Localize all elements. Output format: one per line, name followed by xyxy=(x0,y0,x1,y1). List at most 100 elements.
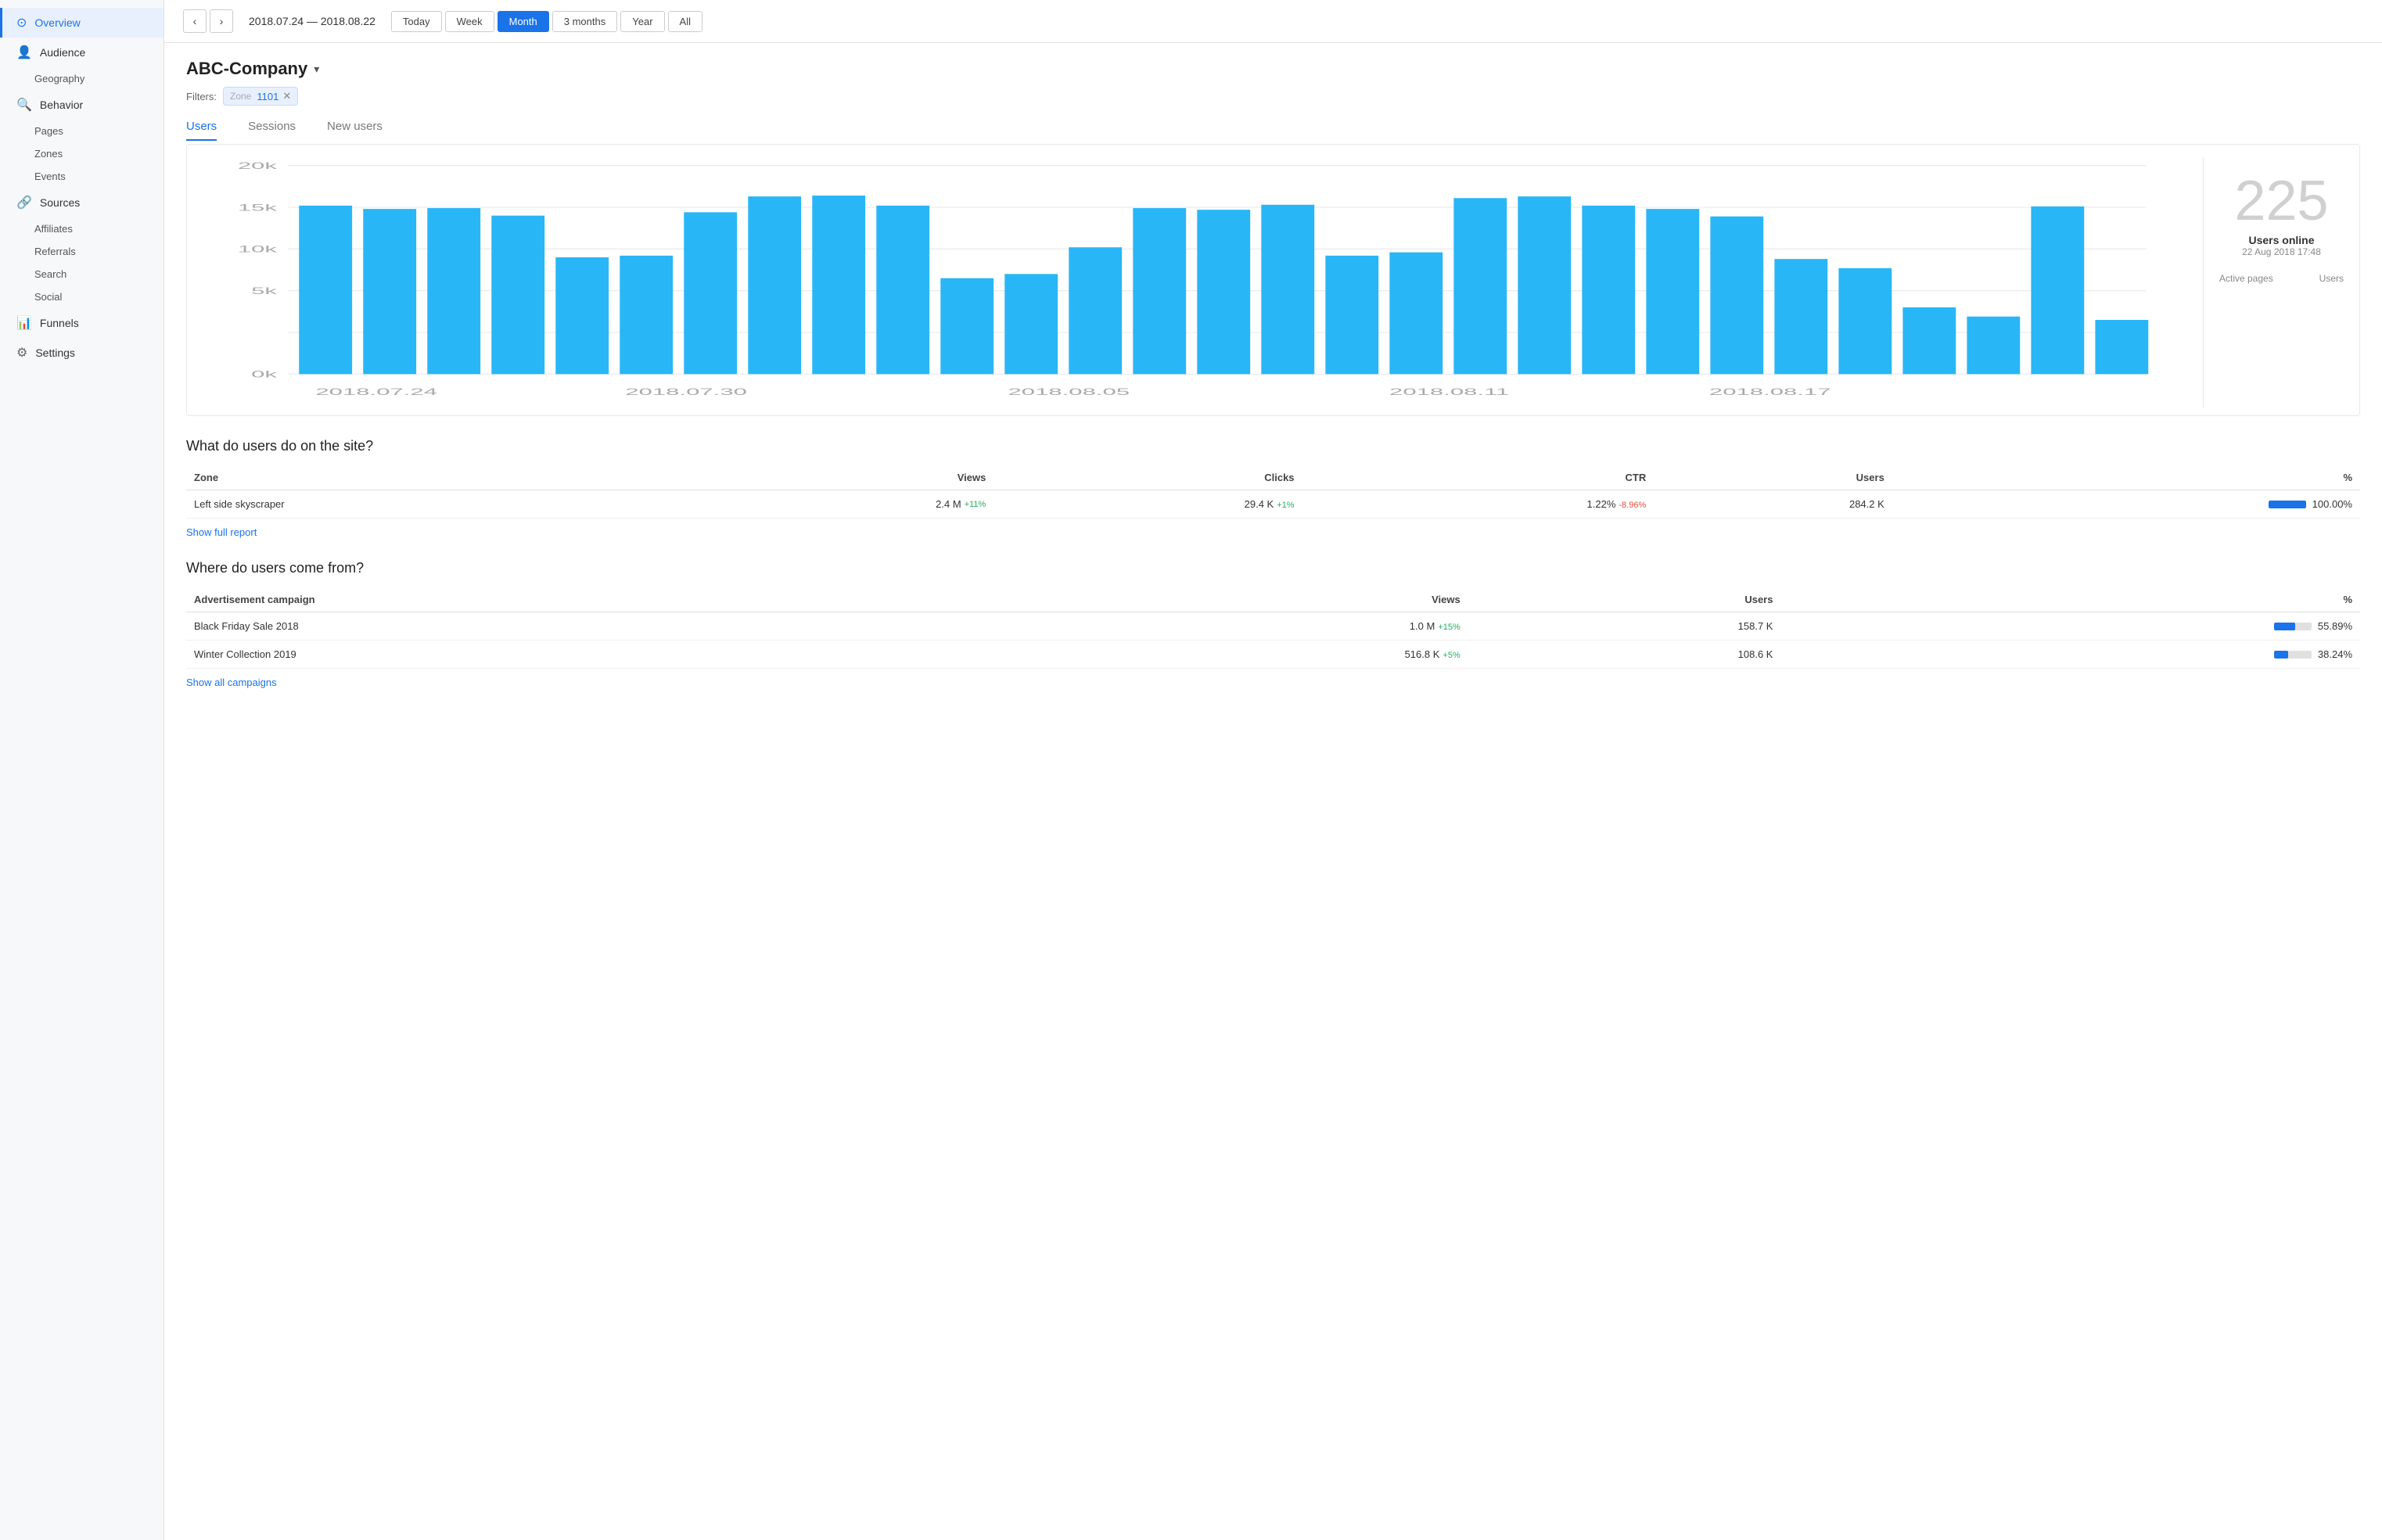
progress-fill xyxy=(2269,501,2306,508)
tab-users[interactable]: Users xyxy=(186,120,217,141)
tab-sessions[interactable]: Sessions xyxy=(248,120,296,141)
period-week[interactable]: Week xyxy=(445,11,494,32)
chart-section: 20k 15k 10k 5k 0k xyxy=(186,144,2360,416)
campaign-section-title: Where do users come from? xyxy=(186,560,2360,576)
sources-icon: 🔗 xyxy=(16,195,32,210)
zone-col-ctr: CTR xyxy=(1302,465,1654,490)
sidebar-affiliates-label: Affiliates xyxy=(34,223,73,235)
filter-remove-button[interactable]: ✕ xyxy=(282,90,291,102)
bar-6 xyxy=(620,256,673,374)
company-dropdown[interactable]: ▾ xyxy=(314,63,319,76)
progress-bar-campaign xyxy=(2274,623,2312,630)
sidebar-item-behavior[interactable]: 🔍 Behavior xyxy=(0,90,163,120)
sidebar-item-funnels[interactable]: 📊 Funnels xyxy=(0,308,163,338)
sidebar-zones-label: Zones xyxy=(34,148,63,160)
zone-col-users: Users xyxy=(1654,465,1892,490)
sidebar-social-label: Social xyxy=(34,291,62,303)
bar-15 xyxy=(1197,210,1250,374)
period-all[interactable]: All xyxy=(668,11,702,32)
campaign-users: 158.7 K xyxy=(1468,612,1781,641)
prev-button[interactable]: ‹ xyxy=(183,9,207,33)
bar-1 xyxy=(299,206,352,374)
campaign-table-row: Winter Collection 2019 516.8 K+5% 108.6 … xyxy=(186,641,2360,669)
bar-25 xyxy=(1838,268,1892,374)
sidebar-item-pages[interactable]: Pages xyxy=(0,120,163,142)
svg-text:2018.07.30: 2018.07.30 xyxy=(625,387,747,397)
sidebar-audience-label: Audience xyxy=(40,46,85,59)
zone-ctr: 1.22%-8.96% xyxy=(1302,490,1654,519)
bar-16 xyxy=(1261,205,1314,375)
sidebar-referrals-label: Referrals xyxy=(34,246,76,257)
period-buttons: Today Week Month 3 months Year All xyxy=(391,11,702,32)
tab-new-users[interactable]: New users xyxy=(327,120,383,141)
zone-pct: 100.00% xyxy=(1892,490,2360,519)
bar-10 xyxy=(876,206,929,374)
svg-text:2018.07.24: 2018.07.24 xyxy=(315,387,437,397)
campaign-col-users: Users xyxy=(1468,587,1781,612)
svg-text:2018.08.11: 2018.08.11 xyxy=(1389,387,1509,397)
period-year[interactable]: Year xyxy=(620,11,664,32)
sidebar-item-sources[interactable]: 🔗 Sources xyxy=(0,188,163,217)
zone-col-clicks: Clicks xyxy=(993,465,1302,490)
sidebar-item-referrals[interactable]: Referrals xyxy=(0,240,163,263)
sidebar-behavior-label: Behavior xyxy=(40,99,83,111)
chart-svg-wrapper: 20k 15k 10k 5k 0k xyxy=(199,157,2190,407)
progress-fill-campaign xyxy=(2274,623,2295,630)
svg-text:10k: 10k xyxy=(238,244,277,254)
filters-label: Filters: xyxy=(186,91,217,102)
sidebar: ⊙ Overview 👤 Audience Geography 🔍 Behavi… xyxy=(0,0,164,1540)
filter-zone-label: Zone xyxy=(230,91,251,102)
period-3months[interactable]: 3 months xyxy=(552,11,617,32)
campaign-name: Winter Collection 2019 xyxy=(186,641,1029,669)
progress-bar xyxy=(2269,501,2306,508)
sidebar-item-geography[interactable]: Geography xyxy=(0,67,163,90)
campaign-users: 108.6 K xyxy=(1468,641,1781,669)
bar-23 xyxy=(1710,217,1763,375)
zone-col-zone: Zone xyxy=(186,465,684,490)
zone-col-views: Views xyxy=(684,465,993,490)
sidebar-item-settings[interactable]: ⚙ Settings xyxy=(0,338,163,368)
sidebar-item-social[interactable]: Social xyxy=(0,285,163,308)
campaign-col-pct: % xyxy=(1780,587,2360,612)
metric-tabs: Users Sessions New users xyxy=(186,120,2360,141)
bar-18 xyxy=(1389,253,1442,375)
filter-zone-value: 1101 xyxy=(257,91,278,102)
show-full-report-link[interactable]: Show full report xyxy=(186,526,257,538)
bar-9 xyxy=(812,196,865,374)
show-all-campaigns-link[interactable]: Show all campaigns xyxy=(186,677,277,688)
next-button[interactable]: › xyxy=(210,9,233,33)
bar-13 xyxy=(1069,247,1122,374)
bar-4 xyxy=(491,216,544,375)
behavior-icon: 🔍 xyxy=(16,97,32,113)
zone-views: 2.4 M+11% xyxy=(684,490,993,519)
sidebar-funnels-label: Funnels xyxy=(40,317,79,329)
period-month[interactable]: Month xyxy=(498,11,549,32)
campaign-table-row: Black Friday Sale 2018 1.0 M+15% 158.7 K… xyxy=(186,612,2360,641)
zone-users: 284.2 K xyxy=(1654,490,1892,519)
audience-icon: 👤 xyxy=(16,45,32,60)
funnels-icon: 📊 xyxy=(16,315,32,331)
zone-table: Zone Views Clicks CTR Users % Left side … xyxy=(186,465,2360,519)
sidebar-sources-label: Sources xyxy=(40,196,80,209)
sidebar-item-audience[interactable]: 👤 Audience xyxy=(0,38,163,67)
bar-20 xyxy=(1518,196,1571,374)
svg-text:0k: 0k xyxy=(251,369,277,379)
sidebar-item-overview[interactable]: ⊙ Overview xyxy=(0,8,163,38)
svg-text:2018.08.05: 2018.08.05 xyxy=(1008,387,1130,397)
period-today[interactable]: Today xyxy=(391,11,442,32)
bar-28 xyxy=(2031,206,2084,374)
bar-12 xyxy=(1004,274,1058,374)
svg-text:5k: 5k xyxy=(251,285,277,296)
sidebar-item-zones[interactable]: Zones xyxy=(0,142,163,165)
progress-fill-campaign xyxy=(2274,651,2288,659)
chart-container: 20k 15k 10k 5k 0k xyxy=(187,157,2203,407)
company-header: ABC-Company ▾ xyxy=(186,59,2360,79)
sidebar-item-affiliates[interactable]: Affiliates xyxy=(0,217,163,240)
bar-8 xyxy=(748,196,801,374)
progress-bar-campaign xyxy=(2274,651,2312,659)
sidebar-item-search[interactable]: Search xyxy=(0,263,163,285)
bar-26 xyxy=(1902,307,1956,374)
sidebar-item-events[interactable]: Events xyxy=(0,165,163,188)
bar-7 xyxy=(684,212,737,374)
sidebar-events-label: Events xyxy=(34,171,66,182)
